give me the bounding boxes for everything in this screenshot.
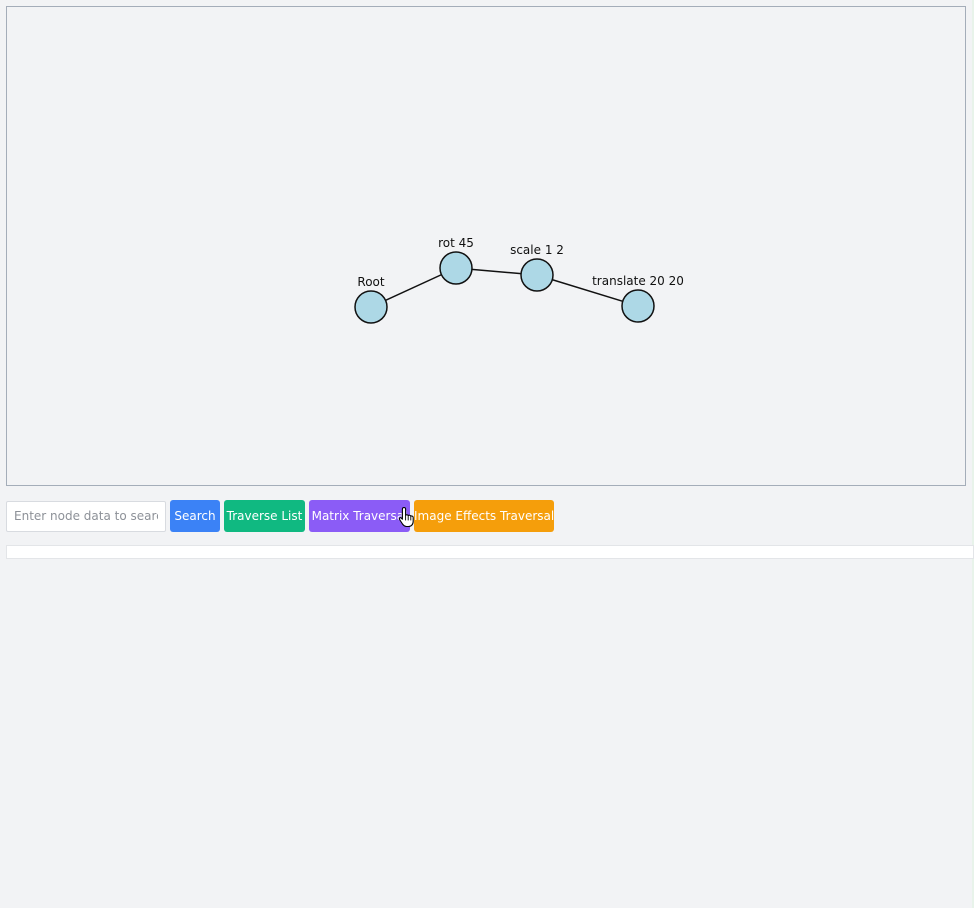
graph-node-label-rot: rot 45 bbox=[438, 236, 474, 250]
search-button[interactable]: Search bbox=[170, 500, 220, 532]
graph-node-label-scale: scale 1 2 bbox=[510, 243, 564, 257]
graph-node-translate[interactable] bbox=[621, 289, 655, 323]
graph-node-root[interactable] bbox=[354, 290, 388, 324]
graph-node-label-translate: translate 20 20 bbox=[592, 274, 684, 288]
search-input[interactable] bbox=[6, 500, 166, 532]
traverse-list-button[interactable]: Traverse List bbox=[224, 500, 305, 532]
hand-pointer-icon bbox=[398, 506, 414, 528]
image-effects-traversal-button[interactable]: Image Effects Traversal bbox=[414, 500, 554, 532]
controls-bar: Search Traverse List Matrix Traversal Im… bbox=[6, 500, 554, 532]
graph-node-rot[interactable] bbox=[439, 251, 473, 285]
graph-node-label-root: Root bbox=[357, 275, 384, 289]
matrix-traversal-button[interactable]: Matrix Traversal bbox=[309, 500, 410, 532]
graph-svg[interactable]: Root rot 45 scale 1 2 translate 20 20 bbox=[7, 7, 965, 485]
output-area bbox=[6, 545, 974, 559]
graph-node-scale[interactable] bbox=[520, 258, 554, 292]
page: Root rot 45 scale 1 2 translate 20 20 Searc… bbox=[0, 0, 974, 908]
graph-canvas[interactable]: Root rot 45 scale 1 2 translate 20 20 bbox=[6, 6, 966, 486]
